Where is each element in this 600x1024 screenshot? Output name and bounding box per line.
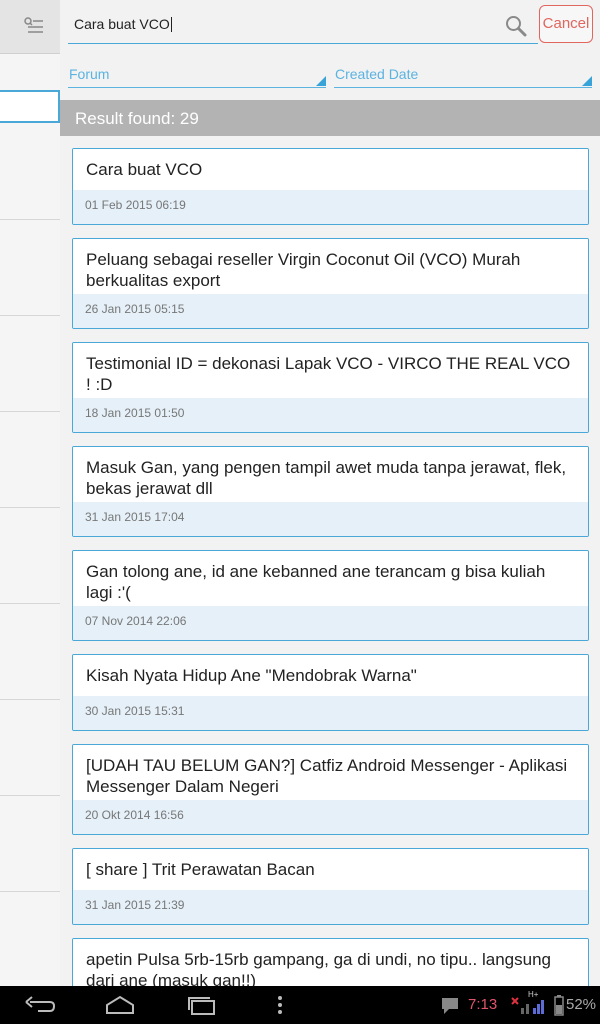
side-panel-row[interactable] — [0, 316, 60, 412]
forum-filter-dropdown[interactable]: Forum — [68, 66, 326, 88]
search-header: Cara buat VCO Cancel Forum Created Date — [60, 0, 600, 100]
result-date: 20 Okt 2014 16:56 — [73, 800, 588, 834]
date-filter-label: Created Date — [335, 66, 419, 82]
forum-filter-label: Forum — [69, 66, 110, 82]
result-item[interactable]: Masuk Gan, yang pengen tampil awet muda … — [72, 446, 589, 537]
result-title: Masuk Gan, yang pengen tampil awet muda … — [73, 447, 588, 499]
result-item[interactable]: Testimonial ID = dekonasi Lapak VCO - VI… — [72, 342, 589, 433]
side-panel-input[interactable] — [0, 90, 60, 123]
result-item[interactable]: Cara buat VCO 01 Feb 2015 06:19 — [72, 148, 589, 225]
result-title: Cara buat VCO — [73, 149, 588, 180]
result-title: apetin Pulsa 5rb-15rb gampang, ga di und… — [73, 939, 588, 986]
side-panel-row[interactable] — [0, 412, 60, 508]
side-panel-row[interactable] — [0, 508, 60, 604]
search-query[interactable]: Cara buat VCO — [74, 16, 172, 32]
cancel-button[interactable]: Cancel — [539, 5, 593, 43]
menu-filter-icon[interactable] — [22, 14, 46, 38]
result-date: 26 Jan 2015 05:15 — [73, 294, 588, 328]
battery-level: 52% — [566, 996, 597, 1013]
result-title: Testimonial ID = dekonasi Lapak VCO - VI… — [73, 343, 588, 395]
search-icon[interactable] — [504, 14, 528, 38]
system-nav-bar: 7:13 H+ 52% — [0, 986, 600, 1024]
recent-apps-icon[interactable] — [186, 994, 218, 1016]
result-title: Peluang sebagai reseller Virgin Coconut … — [73, 239, 588, 291]
dropdown-triangle-icon — [582, 76, 592, 86]
side-panel-row[interactable] — [0, 796, 60, 892]
result-item[interactable]: [UDAH TAU BELUM GAN?] Catfiz Android Mes… — [72, 744, 589, 835]
result-title: [ share ] Trit Perawatan Bacan — [73, 849, 588, 880]
result-date: 30 Jan 2015 15:31 — [73, 696, 588, 730]
result-list: Cara buat VCO 01 Feb 2015 06:19 Peluang … — [60, 136, 600, 986]
battery-icon — [554, 995, 564, 1016]
result-item[interactable]: apetin Pulsa 5rb-15rb gampang, ga di und… — [72, 938, 589, 986]
overflow-menu-icon[interactable] — [274, 994, 286, 1016]
home-icon[interactable] — [104, 994, 136, 1016]
side-panel-header[interactable] — [0, 0, 60, 54]
date-filter-dropdown[interactable]: Created Date — [334, 66, 592, 88]
dropdown-triangle-icon — [316, 76, 326, 86]
result-count: Result found: 29 — [60, 100, 600, 136]
result-title: [UDAH TAU BELUM GAN?] Catfiz Android Mes… — [73, 745, 588, 797]
result-title: Gan tolong ane, id ane kebanned ane tera… — [73, 551, 588, 603]
back-icon[interactable] — [24, 994, 56, 1016]
result-item[interactable]: Peluang sebagai reseller Virgin Coconut … — [72, 238, 589, 329]
result-item[interactable]: [ share ] Trit Perawatan Bacan 31 Jan 20… — [72, 848, 589, 925]
result-date: 18 Jan 2015 01:50 — [73, 398, 588, 432]
result-date: 31 Jan 2015 17:04 — [73, 502, 588, 536]
side-panel-row[interactable] — [0, 700, 60, 796]
signal-icon — [511, 997, 544, 1014]
side-panel-row[interactable] — [0, 124, 60, 220]
result-title: Kisah Nyata Hidup Ane "Mendobrak Warna" — [73, 655, 588, 686]
side-panel-row[interactable] — [0, 604, 60, 700]
side-panel — [0, 0, 60, 986]
result-item[interactable]: Kisah Nyata Hidup Ane "Mendobrak Warna" … — [72, 654, 589, 731]
result-item[interactable]: Gan tolong ane, id ane kebanned ane tera… — [72, 550, 589, 641]
result-date: 01 Feb 2015 06:19 — [73, 190, 588, 224]
clock: 7:13 — [468, 996, 498, 1013]
chat-icon — [442, 998, 458, 1014]
side-panel-row[interactable] — [0, 220, 60, 316]
result-date: 07 Nov 2014 22:06 — [73, 606, 588, 640]
result-date: 31 Jan 2015 21:39 — [73, 890, 588, 924]
search-input[interactable]: Cara buat VCO — [68, 6, 538, 44]
